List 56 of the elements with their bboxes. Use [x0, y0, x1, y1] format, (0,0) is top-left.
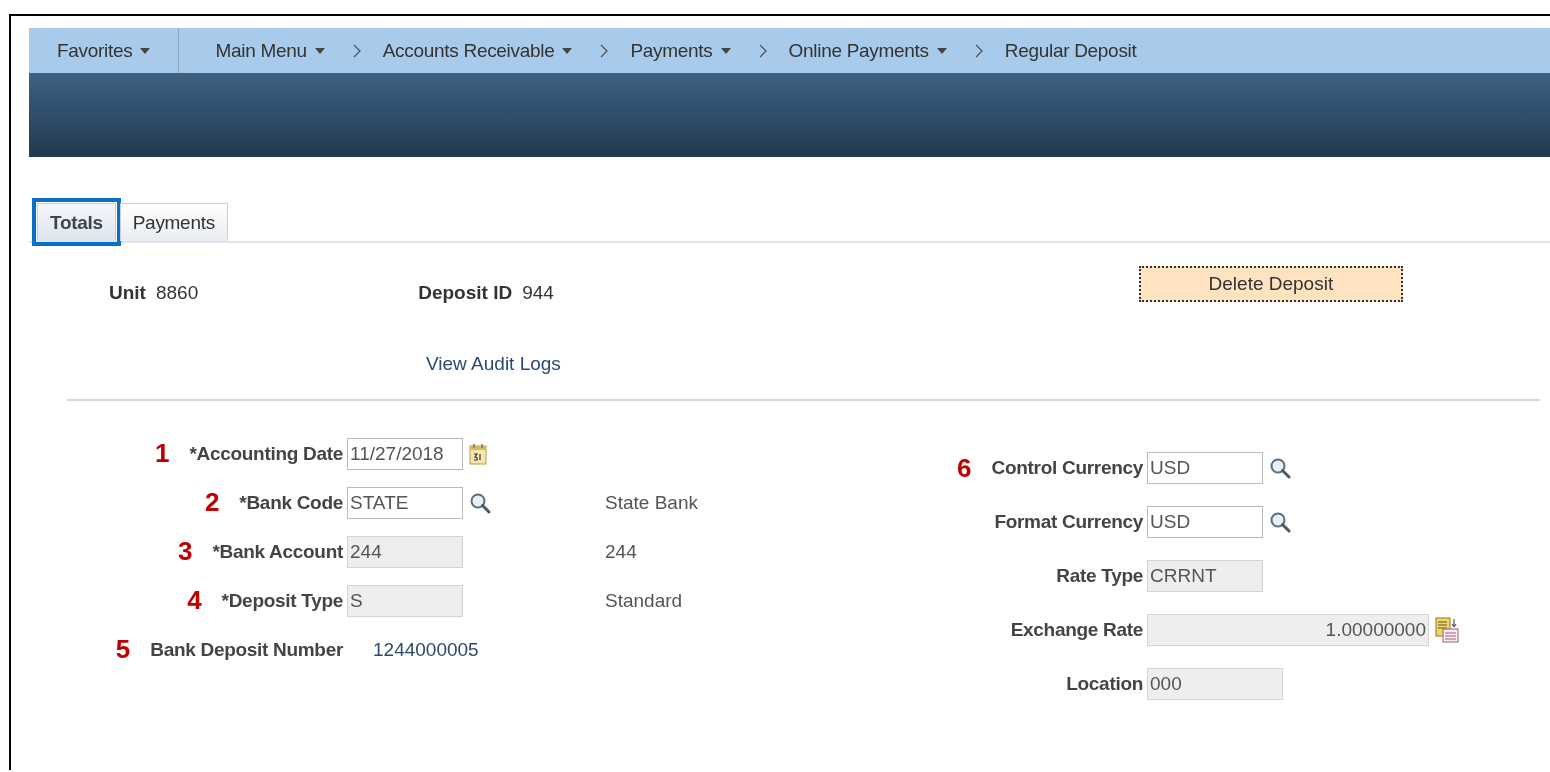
input-field[interactable]: STATE	[347, 486, 463, 519]
field-value: 8860	[155, 282, 199, 304]
chevron-icon	[352, 43, 361, 58]
field-label: Location	[1066, 673, 1143, 695]
field-label: *Bank Account	[212, 540, 343, 563]
view-audit-logs-link[interactable]: View Audit Logs	[426, 353, 561, 375]
field-description: Standard	[605, 589, 683, 612]
input-field: 244	[347, 535, 463, 568]
field-label: Rate Type	[1056, 565, 1143, 587]
chevron-icon	[974, 43, 983, 58]
nav-menu-link[interactable]: Main Menu	[215, 39, 353, 62]
caret-icon[interactable]	[936, 47, 947, 54]
search-icon[interactable]	[1269, 511, 1291, 533]
nav-menu-link[interactable]: Online Payments	[788, 39, 975, 62]
field-label: Unit	[109, 282, 146, 304]
caret-icon[interactable]	[720, 47, 731, 54]
field-label: *Accounting Date	[189, 442, 343, 465]
input-field: S	[347, 584, 463, 617]
chevron-icon	[600, 43, 609, 58]
search-icon[interactable]	[469, 491, 491, 514]
caret-icon[interactable]	[314, 47, 325, 54]
input-field: 1.00000000	[1147, 614, 1429, 646]
chevron-icon	[758, 43, 767, 58]
step-number: 3	[178, 536, 193, 567]
field-label: *Deposit Type	[221, 589, 343, 612]
step-number: 5	[115, 634, 131, 665]
step-number: 1	[155, 438, 170, 469]
field-label: Bank Deposit Number	[150, 638, 343, 661]
field-label: Format Currency	[994, 511, 1143, 533]
caret-icon[interactable]	[562, 47, 573, 54]
field-value: 1244000005	[373, 638, 480, 661]
nav-menu-link[interactable]: Payments	[630, 39, 759, 62]
caret-icon[interactable]	[140, 47, 151, 54]
document-list-icon[interactable]	[1435, 617, 1459, 643]
input-field[interactable]: 11/27/2018	[347, 437, 463, 470]
field-label: *Bank Code	[239, 491, 343, 514]
field-value: 944	[522, 282, 554, 304]
nav-menu-link[interactable]: Regular Deposit	[1004, 39, 1165, 62]
field-description: State Bank	[605, 491, 698, 514]
tab[interactable]: Payments	[119, 203, 228, 241]
field-label: Deposit ID	[418, 282, 513, 304]
step-number: 4	[187, 585, 202, 616]
input-field: CRRNT	[1147, 560, 1263, 592]
input-field[interactable]: USD	[1147, 452, 1263, 484]
field-label: Exchange Rate	[1010, 619, 1143, 641]
delete-deposit-button[interactable]: Delete Deposit	[1138, 266, 1403, 302]
step-number: 2	[204, 487, 220, 518]
input-field[interactable]: USD	[1147, 506, 1263, 538]
field-label: Control Currency	[991, 457, 1143, 479]
input-field: 000	[1147, 668, 1283, 700]
step-number: 6	[957, 452, 972, 484]
nav-menu-link[interactable]: Favorites	[29, 39, 179, 62]
search-icon[interactable]	[1269, 457, 1291, 479]
nav-menu-link[interactable]: Accounts Receivable	[382, 39, 601, 62]
calendar-icon[interactable]	[469, 442, 487, 465]
field-description: 244	[605, 540, 637, 563]
